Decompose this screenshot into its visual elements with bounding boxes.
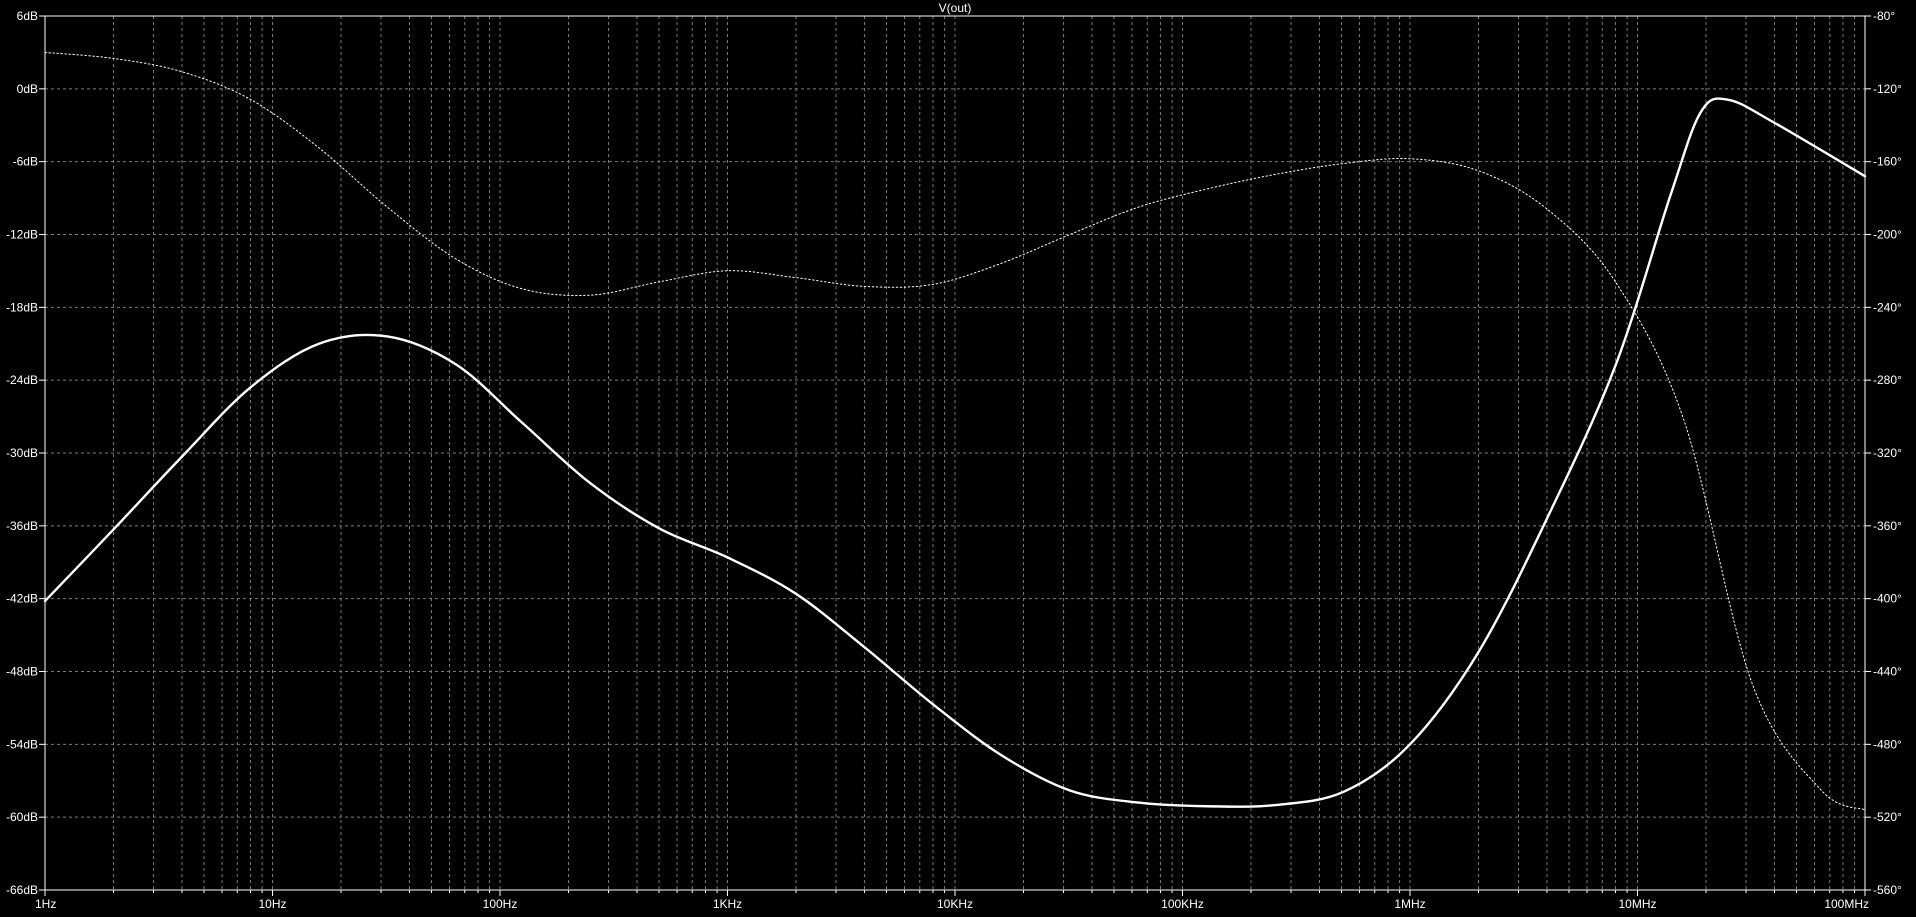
y-right-tick-label: -440° [1873, 665, 1902, 679]
y-left-tick-label: -48dB [6, 665, 38, 679]
bode-plot: 6dB 0dB -6dB -12dB -18dB -24dB -30dB -36dB -42dB… [6, 1, 1902, 911]
y-left-tick-label: -24dB [6, 373, 38, 387]
y-left-tick-label: -66dB [6, 883, 38, 897]
y-right-tick-label: -480° [1873, 737, 1902, 751]
y-right-tick-label: -80° [1873, 9, 1895, 23]
chart-title: V(out) [939, 1, 972, 15]
y-right-tick-label: -400° [1873, 592, 1902, 606]
y-left-tick-label: -60dB [6, 810, 38, 824]
y-right-tick-label: -360° [1873, 519, 1902, 533]
y-right-tick-label: -200° [1873, 228, 1902, 242]
y-left-tick-label: -42dB [6, 592, 38, 606]
y-left-tick-label: -12dB [6, 228, 38, 242]
y-right-tick-label: -240° [1873, 300, 1902, 314]
y-left-tick-label: -18dB [6, 300, 38, 314]
x-tick-label: 100Hz [483, 897, 518, 911]
x-tick-label: 1KHz [713, 897, 742, 911]
y-left-tick-label: 0dB [17, 82, 38, 96]
x-tick-label: 1Hz [35, 897, 56, 911]
grid [45, 16, 1865, 890]
y-left-tick-label: -6dB [13, 155, 38, 169]
y-left-tick-label: 6dB [17, 9, 38, 23]
x-tick-label: 10KHz [937, 897, 973, 911]
x-tick-label: 100MHz [1824, 897, 1869, 911]
y-right-tick-label: -320° [1873, 446, 1902, 460]
right-axis-labels: -80° -120° -160° -200° -240° -280° -320° -360° -… [1873, 9, 1902, 897]
y-right-tick-label: -520° [1873, 810, 1902, 824]
x-tick-label: 100KHz [1161, 897, 1204, 911]
y-left-tick-label: -30dB [6, 446, 38, 460]
x-axis-labels: 1Hz 10Hz 100Hz 1KHz 10KHz 100KHz 1MHz 10MHz 100M… [35, 897, 1869, 911]
left-axis-labels: 6dB 0dB -6dB -12dB -18dB -24dB -30dB -36dB -42dB… [6, 9, 38, 897]
x-tick-label: 10MHz [1618, 897, 1656, 911]
y-left-tick-label: -36dB [6, 519, 38, 533]
y-right-tick-label: -120° [1873, 82, 1902, 96]
y-right-tick-label: -560° [1873, 883, 1902, 897]
y-right-tick-label: -160° [1873, 155, 1902, 169]
y-left-tick-label: -54dB [6, 737, 38, 751]
x-tick-label: 1MHz [1394, 897, 1425, 911]
x-tick-label: 10Hz [258, 897, 286, 911]
y-right-tick-label: -280° [1873, 373, 1902, 387]
